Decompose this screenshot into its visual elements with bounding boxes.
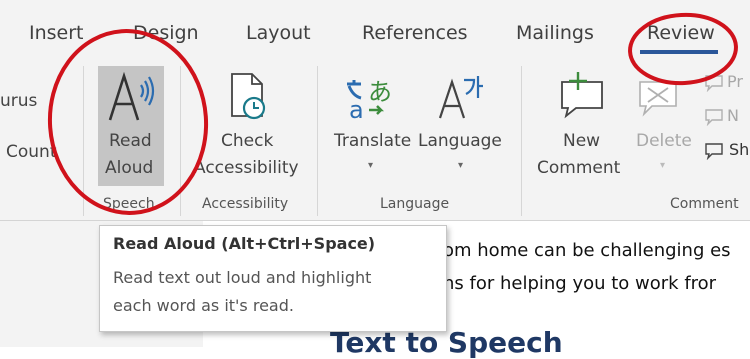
group-separator [180, 66, 181, 216]
tooltip-description-line1: Read text out loud and highlight [113, 268, 372, 287]
read-aloud-label-line2: Aloud [105, 158, 154, 178]
document-text-line: om home can be challenging es [443, 240, 731, 261]
previous-comment-button[interactable]: Pr [727, 72, 743, 91]
language-button[interactable]: Language [418, 128, 502, 154]
language-icon [438, 76, 483, 119]
svg-text:a: a [349, 96, 364, 122]
group-label-accessibility: Accessibility [202, 196, 289, 212]
tab-layout[interactable]: Layout [246, 22, 311, 44]
group-separator [521, 66, 522, 216]
next-comment-icon [705, 109, 723, 126]
translate-icon: a あ [347, 78, 392, 122]
word-count-label-partial[interactable]: Count [6, 139, 57, 165]
tab-insert[interactable]: Insert [29, 22, 84, 44]
group-label-speech: Speech [103, 196, 155, 212]
new-comment-label-line2[interactable]: Comment [537, 155, 620, 181]
new-comment-icon [561, 72, 603, 119]
thesaurus-label-partial[interactable]: urus [0, 88, 37, 114]
read-aloud-icon [108, 71, 155, 121]
check-accessibility-label-line1[interactable]: Check [221, 128, 273, 154]
delete-button[interactable]: Delete [636, 128, 692, 154]
read-aloud-tooltip: Read Aloud (Alt+Ctrl+Space) Read text ou… [99, 225, 447, 332]
group-separator [83, 66, 84, 216]
translate-button[interactable]: Translate [334, 128, 411, 154]
new-comment-label-line1[interactable]: New [563, 128, 600, 154]
tab-design[interactable]: Design [133, 22, 199, 44]
check-accessibility-icon [231, 73, 266, 120]
read-aloud-label-line1: Read [109, 131, 152, 151]
language-dropdown-icon[interactable]: ▾ [458, 160, 463, 171]
tab-mailings[interactable]: Mailings [516, 22, 594, 44]
tab-references[interactable]: References [362, 22, 468, 44]
previous-comment-icon [705, 75, 723, 92]
tab-review[interactable]: Review [647, 22, 715, 44]
svg-text:あ: あ [368, 78, 392, 106]
active-tab-underline [640, 50, 718, 54]
delete-comment-icon [639, 81, 677, 117]
show-comments-button[interactable]: Sh [729, 140, 749, 159]
group-label-comments: Comment [670, 196, 739, 212]
check-accessibility-label-line2[interactable]: Accessibility [194, 155, 299, 181]
group-label-language: Language [380, 196, 450, 212]
translate-dropdown-icon[interactable]: ▾ [368, 160, 373, 171]
group-separator [317, 66, 318, 216]
tooltip-description-line2: each word as it's read. [113, 296, 294, 315]
next-comment-button[interactable]: N [727, 106, 739, 125]
delete-dropdown-icon[interactable]: ▾ [660, 160, 665, 171]
tooltip-title: Read Aloud (Alt+Ctrl+Space) [113, 234, 376, 253]
document-text-line: ns for helping you to work fror [443, 273, 717, 294]
show-comments-icon [705, 143, 723, 160]
